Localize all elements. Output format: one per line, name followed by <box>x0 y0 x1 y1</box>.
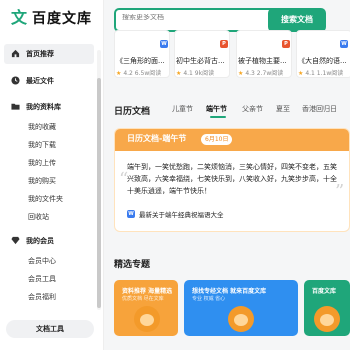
search-button[interactable]: 搜索文档 <box>268 8 326 32</box>
doc-meta: ★ 4.3 2.7w阅读 <box>238 68 283 77</box>
doc-reads: 2.7w阅读 <box>256 70 284 77</box>
doc-reads: 1.1w阅读 <box>316 70 344 77</box>
sidebar-item-home[interactable]: 首页推荐 <box>4 44 94 64</box>
doc-title[interactable]: 被子植物主要... <box>238 56 290 66</box>
topic-caption: 百度文库 <box>312 288 337 295</box>
sidebar-subitem-trash[interactable]: 回收站 <box>0 208 100 226</box>
sidebar-item-member[interactable]: 我的会员 <box>0 232 100 250</box>
tab-summer-solstice[interactable]: 夏至 <box>276 104 290 114</box>
sidebar-subitem-member-center[interactable]: 会员中心 <box>0 252 100 270</box>
doc-rating: 4.3 <box>245 70 255 77</box>
doc-rating: 4.1 <box>305 70 315 77</box>
festival-card-title: 日历文档-端午节 <box>127 134 187 143</box>
sidebar-subitem-purchases[interactable]: 我的购买 <box>0 172 100 190</box>
doc-rating: 4.1 <box>183 70 193 77</box>
sidebar-nav: 首页推荐 最近文件 我的资料库 我的收藏 我的下载 我的上传 我的购买 我的文件… <box>0 44 100 306</box>
diamond-icon <box>10 236 20 246</box>
doc-meta: ★ 4.2 6.5w阅读 <box>116 68 161 77</box>
sidebar-item-label: 我的会员 <box>26 237 54 245</box>
star-icon: ★ <box>116 70 122 77</box>
sidebar-item-label: 最近文件 <box>26 77 54 85</box>
doc-title[interactable]: 初中生必背古... <box>176 56 228 66</box>
sidebar-subitem-favorites[interactable]: 我的收藏 <box>0 118 100 136</box>
doc-reads: 9k阅读 <box>194 70 215 77</box>
mascot-lion-icon <box>228 306 254 332</box>
festival-date-badge: 6月10日 <box>201 134 233 145</box>
doc-meta: ★ 4.1 1.1w阅读 <box>298 68 343 77</box>
sidebar-subitem-uploads[interactable]: 我的上传 <box>0 154 100 172</box>
home-icon <box>10 49 20 59</box>
app-root: 文 百度文库 首页推荐 最近文件 我的资料库 我的收藏 我的下载 我的上传 我的… <box>0 0 350 350</box>
sidebar-subitem-member-benefits[interactable]: 会员福利 <box>0 288 100 306</box>
tab-dragon-boat[interactable]: 端午节 <box>206 104 227 114</box>
topics-section-title: 精选专题 <box>114 260 151 270</box>
sidebar-subitem-downloads[interactable]: 我的下载 <box>0 136 100 154</box>
word-doc-icon: W <box>127 210 135 218</box>
mascot-lion-icon <box>134 306 160 332</box>
logo[interactable]: 文 百度文库 <box>10 8 92 28</box>
sidebar-item-label: 我的资料库 <box>26 103 61 111</box>
search-input[interactable] <box>122 14 262 21</box>
sidebar-subitem-member-tools[interactable]: 会员工具 <box>0 270 100 288</box>
topic-caption: 资料推荐 海量精选 <box>122 288 173 295</box>
tab-hk-return-day[interactable]: 香港回归日 <box>302 104 337 114</box>
topic-card[interactable]: 想找专经文档 就来百度文库 专业 权威 省心 <box>184 280 298 336</box>
doc-reads: 6.5w阅读 <box>134 70 162 77</box>
sidebar-item-label: 首页推荐 <box>26 50 54 58</box>
word-doc-icon: W <box>160 40 168 48</box>
festival-doc-link[interactable]: W 最新关于端午经典祝福语大全 <box>127 209 224 219</box>
topic-subcaption: 优质文档 尽在文库 <box>122 296 164 302</box>
doc-tools-button[interactable]: 文档工具 <box>6 320 94 338</box>
active-tab-indicator <box>210 116 226 118</box>
clock-icon <box>10 76 20 86</box>
topic-subcaption: 专业 权威 省心 <box>192 296 226 302</box>
calendar-section-title: 日历文档 <box>114 107 151 117</box>
wenku-logo-icon: 文 <box>10 8 27 27</box>
doc-rating: 4.2 <box>123 70 133 77</box>
topic-card[interactable]: 资料推荐 海量精选 优质文档 尽在文库 <box>114 280 178 336</box>
star-icon: ★ <box>176 70 182 77</box>
logo-text: 百度文库 <box>32 11 92 27</box>
doc-meta: ★ 4.1 9k阅读 <box>176 68 214 77</box>
sidebar-scrollbar-thumb[interactable] <box>97 78 101 308</box>
festival-body-text: 端午到，一笑忧愁跑，二笑烦恼消，三笑心情好，四笑不变老，五笑兴致高，六笑幸福绕，… <box>127 163 337 195</box>
festival-doc-link-text: 最新关于端午经典祝福语大全 <box>139 211 224 219</box>
topic-card[interactable]: 百度文库 <box>304 280 350 336</box>
doc-title[interactable]: 《大自然的语... <box>298 56 350 66</box>
star-icon: ★ <box>298 70 304 77</box>
star-icon: ★ <box>238 70 244 77</box>
sidebar-item-recent[interactable]: 最近文件 <box>0 72 100 90</box>
word-doc-icon: W <box>340 40 348 48</box>
topic-caption: 想找专经文档 就来百度文库 <box>192 288 267 295</box>
festival-card[interactable]: 日历文档-端午节 6月10日 “ ” 端午到，一笑忧愁跑，二笑烦恼消，三笑心情好… <box>114 128 350 232</box>
ppt-doc-icon: P <box>282 40 290 48</box>
sidebar: 文 百度文库 首页推荐 最近文件 我的资料库 我的收藏 我的下载 我的上传 我的… <box>0 0 104 350</box>
folder-icon <box>10 102 20 112</box>
ppt-doc-icon: P <box>220 40 228 48</box>
tab-childrens-day[interactable]: 儿童节 <box>172 104 193 114</box>
tab-fathers-day[interactable]: 父亲节 <box>242 104 263 114</box>
sidebar-item-library[interactable]: 我的资料库 <box>0 98 100 116</box>
mascot-lion-icon <box>314 306 340 332</box>
doc-title[interactable]: 《三角形的面... <box>116 56 168 66</box>
sidebar-subitem-folders[interactable]: 我的文件夹 <box>0 190 100 208</box>
